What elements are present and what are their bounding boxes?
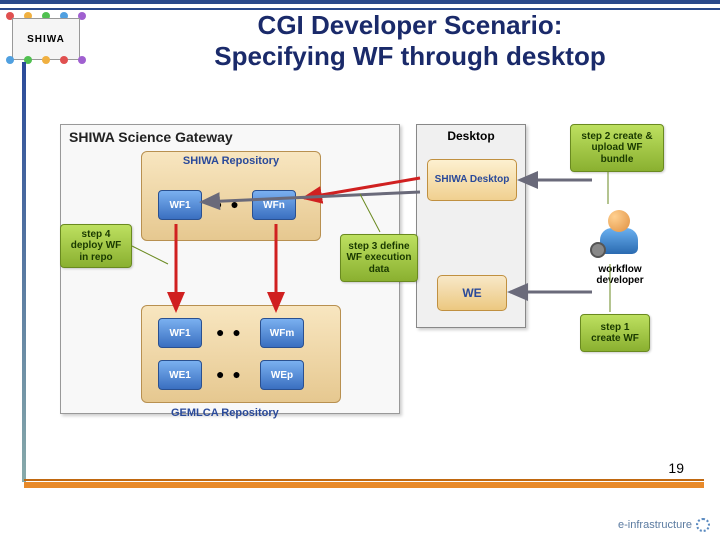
gemlca-repository: WF1 ● ● WFm WE1 ● ● WEp xyxy=(141,305,341,403)
step-1-callout: step 1 create WF xyxy=(580,314,650,352)
gateway-title: SHIWA Science Gateway xyxy=(69,129,233,145)
slide-title: CGI Developer Scenario: Specifying WF th… xyxy=(130,10,690,72)
desktop-title: Desktop xyxy=(417,129,525,143)
shiwa-logo: SHIWA xyxy=(12,18,80,60)
gemlca-wfm-box: WFm xyxy=(260,318,304,348)
we-box: WE xyxy=(437,275,507,311)
globe-icon xyxy=(696,518,710,532)
gemlca-repo-label: GEMLCA Repository xyxy=(171,407,279,419)
logo-text: SHIWA xyxy=(27,34,65,45)
step-3-callout: step 3 define WF execution data xyxy=(340,234,418,282)
footer-brand: e-infrastructure xyxy=(618,518,710,532)
header-rule-thick xyxy=(0,0,720,4)
ellipsis-icon: ● ● xyxy=(216,366,243,382)
desktop-panel: Desktop SHIWA Desktop WE xyxy=(416,124,526,328)
step-4-callout: step 4 deploy WF in repo xyxy=(60,224,132,268)
architecture-diagram: SHIWA Science Gateway SHIWA Repository W… xyxy=(60,124,700,434)
gemlca-wf1-box: WF1 xyxy=(158,318,202,348)
shiwa-desktop-box: SHIWA Desktop xyxy=(427,159,517,201)
footer-brand-text: e-infrastructure xyxy=(618,519,692,531)
shiwa-repository: SHIWA Repository WF1 ● ● WFn xyxy=(141,151,321,241)
logo-beads-bottom xyxy=(6,56,86,64)
wf1-box: WF1 xyxy=(158,190,202,220)
shiwa-repo-label: SHIWA Repository xyxy=(142,155,320,167)
ellipsis-icon: ● ● xyxy=(216,324,243,340)
step-2-callout: step 2 create & upload WF bundle xyxy=(570,124,664,172)
footer-rule xyxy=(24,482,704,488)
page-number: 19 xyxy=(668,460,684,476)
gemlca-wep-box: WEp xyxy=(260,360,304,390)
title-line-2: Specifying WF through desktop xyxy=(214,41,605,71)
wfn-box: WFn xyxy=(252,190,296,220)
ellipsis-icon: ● ● xyxy=(214,196,241,212)
title-line-1: CGI Developer Scenario: xyxy=(258,10,563,40)
left-vertical-rule xyxy=(22,62,26,482)
developer-label: workflow developer xyxy=(580,264,660,286)
developer-icon xyxy=(596,210,642,256)
gemlca-we1-box: WE1 xyxy=(158,360,202,390)
